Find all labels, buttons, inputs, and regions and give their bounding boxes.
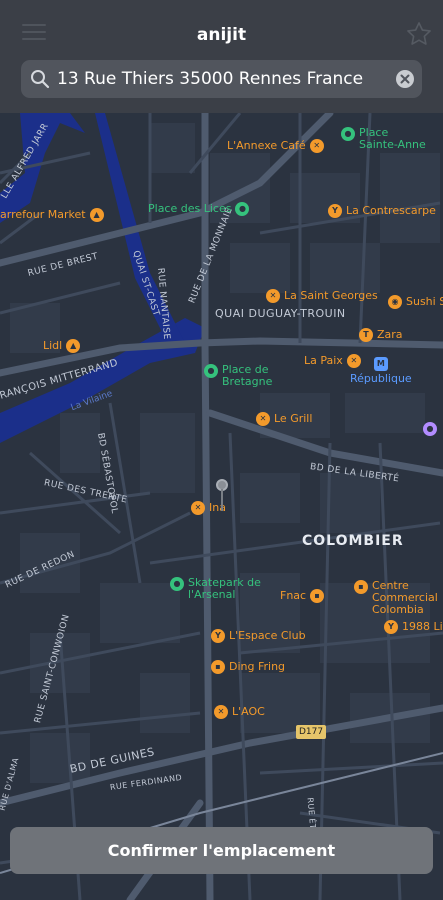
- shopping-bag-icon: ●: [423, 422, 437, 436]
- star-outline-icon[interactable]: [405, 20, 433, 48]
- shopping-cart-icon: ▲: [89, 208, 104, 222]
- restaurant-icon: ✕: [266, 289, 280, 303]
- poi-lespace-club[interactable]: Y L'Espace Club: [211, 629, 306, 643]
- poi-la-contrescarpe[interactable]: Y La Contrescarpe: [328, 204, 436, 218]
- confirm-location-button[interactable]: Confirmer l'emplacement: [10, 827, 433, 874]
- poi-purple-marker[interactable]: ●: [423, 422, 437, 436]
- bar-icon: Y: [211, 629, 225, 643]
- sushi-icon: ◉: [388, 295, 402, 309]
- top-bar: anijit: [0, 0, 443, 113]
- poi-label: Zara: [377, 328, 403, 341]
- park-icon: ●: [235, 202, 250, 216]
- poi-label: La Contrescarpe: [346, 204, 436, 217]
- search-bar: [21, 60, 422, 98]
- poi-sushi-s[interactable]: ◉ Sushi S: [388, 295, 443, 309]
- poi-le-grill[interactable]: ✕ Le Grill: [256, 412, 312, 426]
- poi-label: Place de Bretagne: [222, 363, 273, 388]
- poi-centre-commercial-colombia[interactable]: ▪ Centre Commercial Colombia: [354, 580, 442, 616]
- poi-label: Ding Fring: [229, 660, 286, 673]
- poi-label: Le Grill: [274, 412, 313, 425]
- poi-laoc[interactable]: ✕ L'AOC: [214, 705, 265, 719]
- restaurant-icon: ✕: [214, 705, 228, 719]
- poi-label: Place des Lices: [148, 202, 232, 215]
- poi-ding-fring[interactable]: ▪ Ding Fring: [211, 660, 285, 674]
- bar-icon: Y: [384, 620, 398, 634]
- poi-label: Lidl: [43, 339, 63, 352]
- street-label: QUAI DUGUAY-TROUIN: [215, 307, 346, 320]
- poi-label: L'AOC: [232, 705, 265, 718]
- poi-label: L'Annexe Café: [227, 139, 306, 152]
- app-title: anijit: [196, 25, 247, 45]
- district-label: COLOMBIER: [302, 533, 404, 549]
- store-icon: ▪: [310, 589, 325, 603]
- poi-fnac[interactable]: Fnac ▪: [280, 589, 325, 603]
- poi-zara[interactable]: T Zara: [359, 328, 403, 342]
- search-input[interactable]: [57, 60, 387, 98]
- poi-1988-li[interactable]: Y 1988 Li: [384, 620, 443, 634]
- poi-lannexe-cafe[interactable]: L'Annexe Café ✕: [227, 139, 324, 153]
- poi-label: Fnac: [280, 589, 307, 602]
- poi-label: arrefour Market: [0, 208, 86, 221]
- poi-place-des-lices[interactable]: Place des Lices ●: [148, 202, 250, 216]
- clear-x-icon[interactable]: [396, 70, 414, 88]
- mall-icon: ▪: [354, 580, 368, 594]
- poi-label: La Saint Georges: [284, 289, 378, 302]
- poi-label: La Paix: [304, 354, 343, 367]
- restaurant-icon: ✕: [256, 412, 270, 426]
- store-icon: ▪: [211, 660, 225, 674]
- poi-skatepark[interactable]: ● Skatepark de l'Arsenal: [170, 577, 268, 601]
- magnifier-icon: [30, 69, 50, 89]
- bar-icon: Y: [328, 204, 342, 218]
- park-icon: ●: [341, 127, 355, 141]
- poi-label: Centre Commercial Colombia: [372, 579, 438, 616]
- restaurant-icon: ✕: [309, 139, 324, 153]
- poi-carrefour-market[interactable]: arrefour Market ▲: [0, 208, 104, 222]
- park-icon: ●: [204, 364, 218, 378]
- poi-label: Skatepark de l'Arsenal: [188, 576, 261, 601]
- poi-label: République: [350, 372, 412, 385]
- map-view[interactable]: LLE ALFRED JARR RUE DE BREST QUAI ST-CAS…: [0, 113, 443, 900]
- poi-place-de-bretagne[interactable]: ● Place de Bretagne: [204, 364, 282, 388]
- metro-icon: M: [373, 357, 388, 371]
- road-shield: D177: [296, 725, 327, 739]
- shopping-cart-icon: ▲: [66, 339, 81, 353]
- poi-label: 1988 Li: [402, 620, 443, 633]
- poi-label: Ina: [209, 501, 226, 514]
- poi-place-sainte-anne[interactable]: ● Place Sainte-Anne: [341, 127, 429, 151]
- park-icon: ●: [170, 577, 184, 591]
- poi-label: Place Sainte-Anne: [359, 126, 426, 151]
- poi-lidl[interactable]: Lidl ▲: [43, 339, 81, 353]
- clothing-icon: T: [359, 328, 373, 342]
- poi-label: Sushi S: [406, 295, 443, 308]
- poi-la-saint-georges[interactable]: ✕ La Saint Georges: [266, 289, 378, 303]
- restaurant-icon: ✕: [191, 501, 205, 515]
- poi-republique[interactable]: M République: [350, 357, 412, 385]
- location-pin-stem: [221, 489, 223, 511]
- poi-label: L'Espace Club: [229, 629, 306, 642]
